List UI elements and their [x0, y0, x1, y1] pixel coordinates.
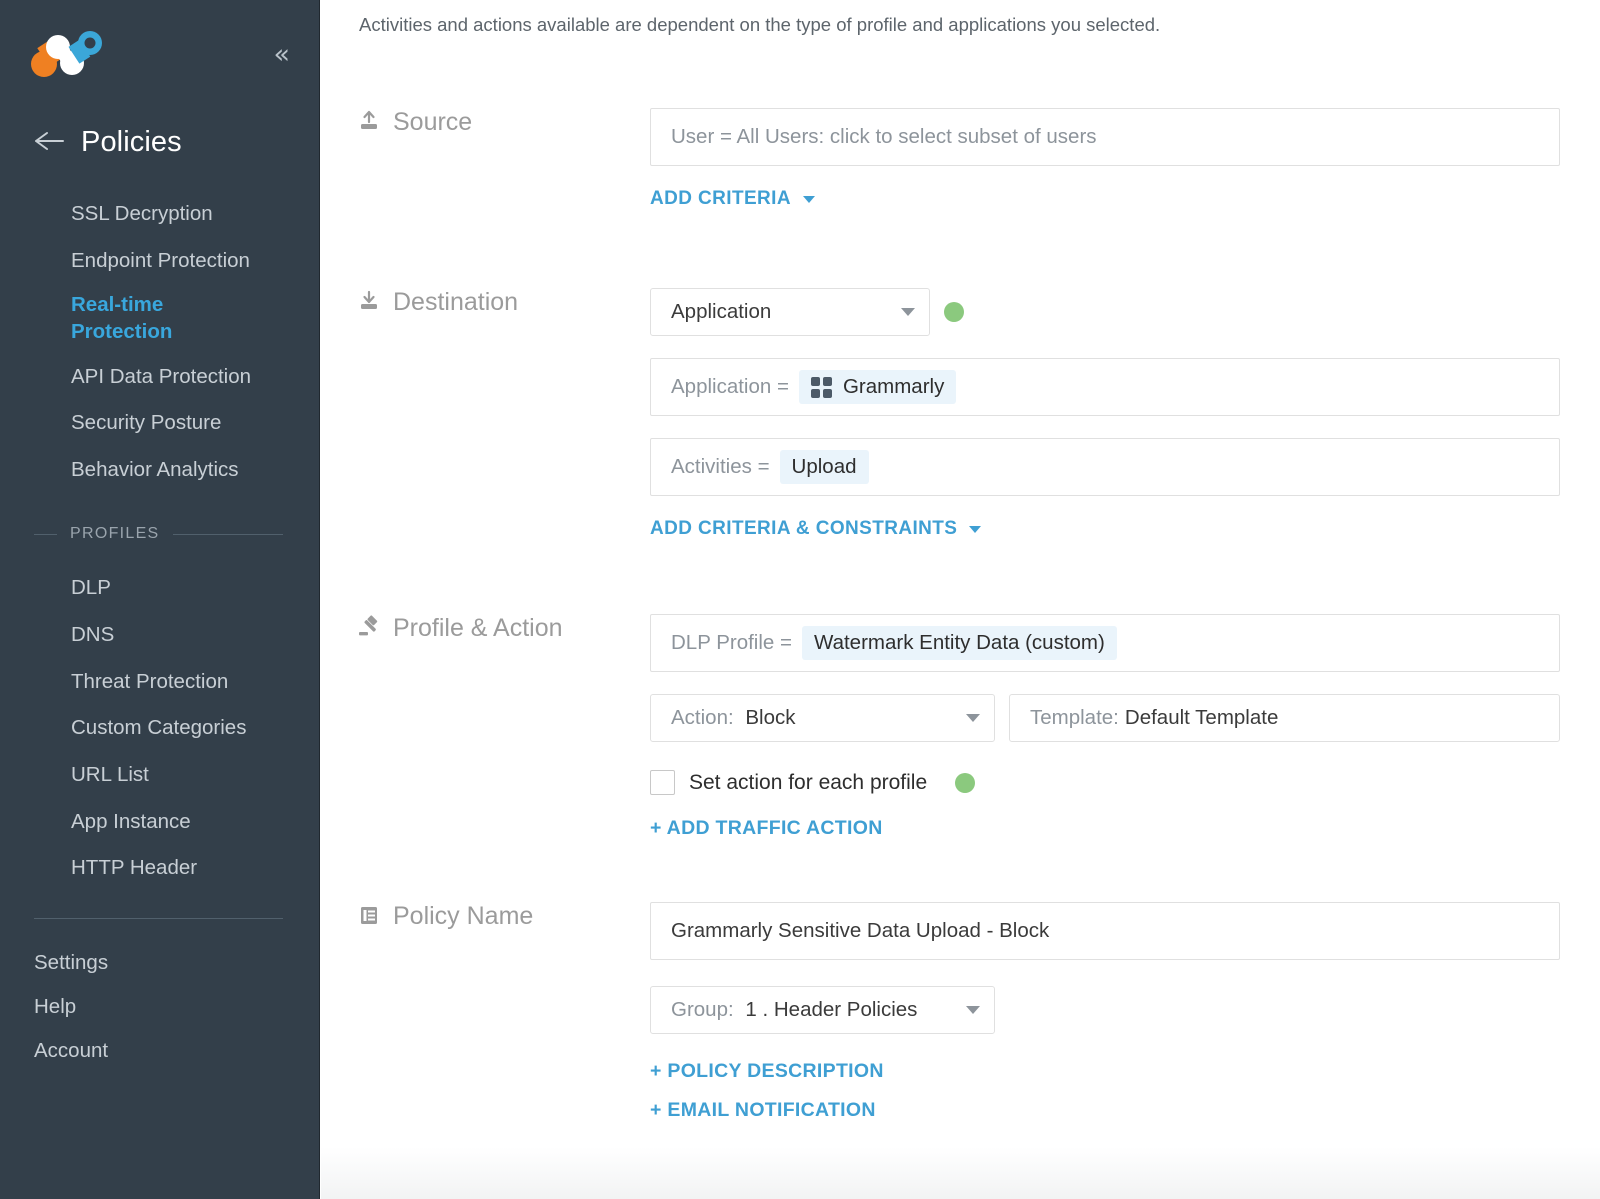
profiles-label: PROFILES — [70, 525, 160, 543]
profile-action-label: Profile & Action — [320, 614, 650, 643]
destination-type-select[interactable]: Application — [650, 288, 930, 336]
sidebar-item-security-posture[interactable]: Security Posture — [0, 400, 319, 447]
source-fields: User = All Users: click to select subset… — [650, 108, 1600, 210]
sidebar-profiles-nav: DLP DNS Threat Protection Custom Categor… — [0, 563, 319, 891]
gavel-icon — [356, 614, 382, 640]
chevron-down-icon — [901, 308, 915, 316]
status-dot-set-action — [955, 772, 976, 793]
application-chip[interactable]: Grammarly — [798, 370, 957, 404]
profile-action-section: Profile & Action DLP Profile = Watermark… — [320, 614, 1600, 840]
group-label: Group: — [671, 998, 734, 1021]
add-criteria-constraints-label: ADD CRITERIA & CONSTRAINTS — [650, 518, 958, 539]
activities-chip[interactable]: Upload — [779, 450, 869, 484]
template-value: Default Template — [1124, 706, 1279, 729]
sidebar-item-http-header[interactable]: HTTP Header — [0, 845, 319, 892]
sidebar-item-api-data-protection[interactable]: API Data Protection — [0, 354, 319, 401]
action-value: Block — [745, 706, 796, 729]
policy-name-section: Policy Name Grammarly Sensitive Data Upl… — [320, 902, 1600, 1122]
sidebar-page-header: Policies — [0, 108, 319, 189]
set-action-checkbox[interactable] — [650, 770, 675, 795]
back-arrow-icon[interactable] — [34, 130, 64, 156]
email-notification-link[interactable]: + EMAIL NOTIFICATION — [650, 1099, 1600, 1122]
main-content: Activities and actions available are dep… — [320, 0, 1600, 1199]
dlp-profile-chip[interactable]: Watermark Entity Data (custom) — [801, 626, 1117, 660]
sidebar-item-custom-categories[interactable]: Custom Categories — [0, 705, 319, 752]
dlp-profile-value: Watermark Entity Data (custom) — [813, 631, 1105, 654]
source-title: Source — [393, 108, 473, 136]
destination-application-row[interactable]: Application = Grammarly — [650, 358, 1560, 416]
document-icon — [356, 902, 382, 928]
policy-name-value: Grammarly Sensitive Data Upload - Block — [671, 919, 1050, 942]
sidebar-item-real-time-protection[interactable]: Real-time Protection — [0, 284, 210, 353]
sidebar-item-url-list[interactable]: URL List — [0, 752, 319, 799]
add-traffic-action-link[interactable]: + ADD TRAFFIC ACTION — [650, 817, 1600, 840]
source-user-value: User = All Users: click to select subset… — [671, 125, 1097, 148]
source-section: Source User = All Users: click to select… — [320, 108, 1600, 210]
add-criteria-source-link[interactable]: ADD CRITERIA — [650, 188, 815, 210]
download-icon — [356, 288, 382, 314]
policy-name-label: Policy Name — [320, 902, 650, 931]
destination-section: Destination Application Application = Gr… — [320, 288, 1600, 540]
add-criteria-source-label: ADD CRITERIA — [650, 188, 791, 209]
collapse-sidebar-icon[interactable]: « — [273, 41, 293, 68]
chevron-down-icon — [966, 714, 980, 722]
destination-fields: Application Application = Grammarly Acti… — [650, 288, 1600, 540]
policy-name-title: Policy Name — [393, 902, 534, 930]
chevron-down-icon — [969, 525, 982, 533]
app-grid-icon — [810, 376, 832, 398]
sidebar-nav: SSL Decryption Endpoint Protection Real-… — [0, 189, 319, 493]
divider-left — [34, 533, 57, 535]
page-title: Policies — [81, 126, 182, 158]
group-value: 1 . Header Policies — [745, 998, 918, 1021]
template-label: Template: — [1030, 706, 1119, 729]
source-user-field[interactable]: User = All Users: click to select subset… — [650, 108, 1560, 166]
destination-title: Destination — [393, 288, 519, 316]
status-dot-destination — [944, 302, 964, 322]
destination-type-value: Application — [671, 300, 772, 323]
add-criteria-constraints-link[interactable]: ADD CRITERIA & CONSTRAINTS — [650, 518, 982, 540]
sidebar-item-ssl-decryption[interactable]: SSL Decryption — [0, 191, 319, 238]
sidebar-item-dns[interactable]: DNS — [0, 612, 319, 659]
source-label: Source — [320, 108, 650, 137]
divider-right — [172, 533, 283, 535]
policy-name-fields: Grammarly Sensitive Data Upload - Block … — [650, 902, 1600, 1122]
activities-value: Upload — [791, 455, 857, 478]
chevron-down-icon — [966, 1006, 980, 1014]
sidebar-header: « — [0, 0, 319, 108]
profile-action-title: Profile & Action — [393, 614, 563, 642]
action-select[interactable]: Action: Block — [650, 694, 995, 742]
sidebar-item-app-instance[interactable]: App Instance — [0, 799, 319, 846]
chevron-down-icon — [802, 195, 815, 203]
activities-label: Activities = — [671, 455, 770, 478]
upload-icon — [356, 108, 382, 134]
sidebar-item-account[interactable]: Account — [0, 1029, 319, 1073]
sidebar-item-threat-protection[interactable]: Threat Protection — [0, 659, 319, 706]
sidebar-bottom-nav: Settings Help Account — [0, 919, 319, 1073]
action-label: Action: — [671, 706, 734, 729]
destination-activities-row[interactable]: Activities = Upload — [650, 438, 1560, 496]
profile-action-fields: DLP Profile = Watermark Entity Data (cus… — [650, 614, 1600, 840]
sidebar-item-settings[interactable]: Settings — [0, 941, 319, 985]
destination-label: Destination — [320, 288, 650, 317]
policy-description-link[interactable]: + POLICY DESCRIPTION — [650, 1060, 1600, 1083]
dlp-profile-label: DLP Profile = — [671, 631, 792, 654]
sidebar-item-dlp[interactable]: DLP — [0, 565, 319, 612]
sidebar-item-help[interactable]: Help — [0, 985, 319, 1029]
set-action-checkbox-label: Set action for each profile — [689, 770, 928, 794]
application-label: Application = — [671, 375, 789, 398]
dlp-profile-row[interactable]: DLP Profile = Watermark Entity Data (cus… — [650, 614, 1560, 672]
sidebar-item-endpoint-protection[interactable]: Endpoint Protection — [0, 238, 319, 285]
profiles-section-header: PROFILES — [34, 525, 283, 543]
netskope-logo-icon — [28, 28, 110, 80]
template-select[interactable]: Template: Default Template — [1009, 694, 1560, 742]
policy-name-input[interactable]: Grammarly Sensitive Data Upload - Block — [650, 902, 1560, 960]
sidebar: « Policies SSL Decryption Endpoint Prote… — [0, 0, 320, 1199]
intro-text: Activities and actions available are dep… — [359, 14, 1161, 35]
sidebar-item-behavior-analytics[interactable]: Behavior Analytics — [0, 447, 319, 494]
application-value: Grammarly — [842, 375, 945, 398]
app-root: « Policies SSL Decryption Endpoint Prote… — [0, 0, 1600, 1199]
group-select[interactable]: Group: 1 . Header Policies — [650, 986, 995, 1034]
set-action-each-profile-row: Set action for each profile — [650, 770, 1600, 795]
